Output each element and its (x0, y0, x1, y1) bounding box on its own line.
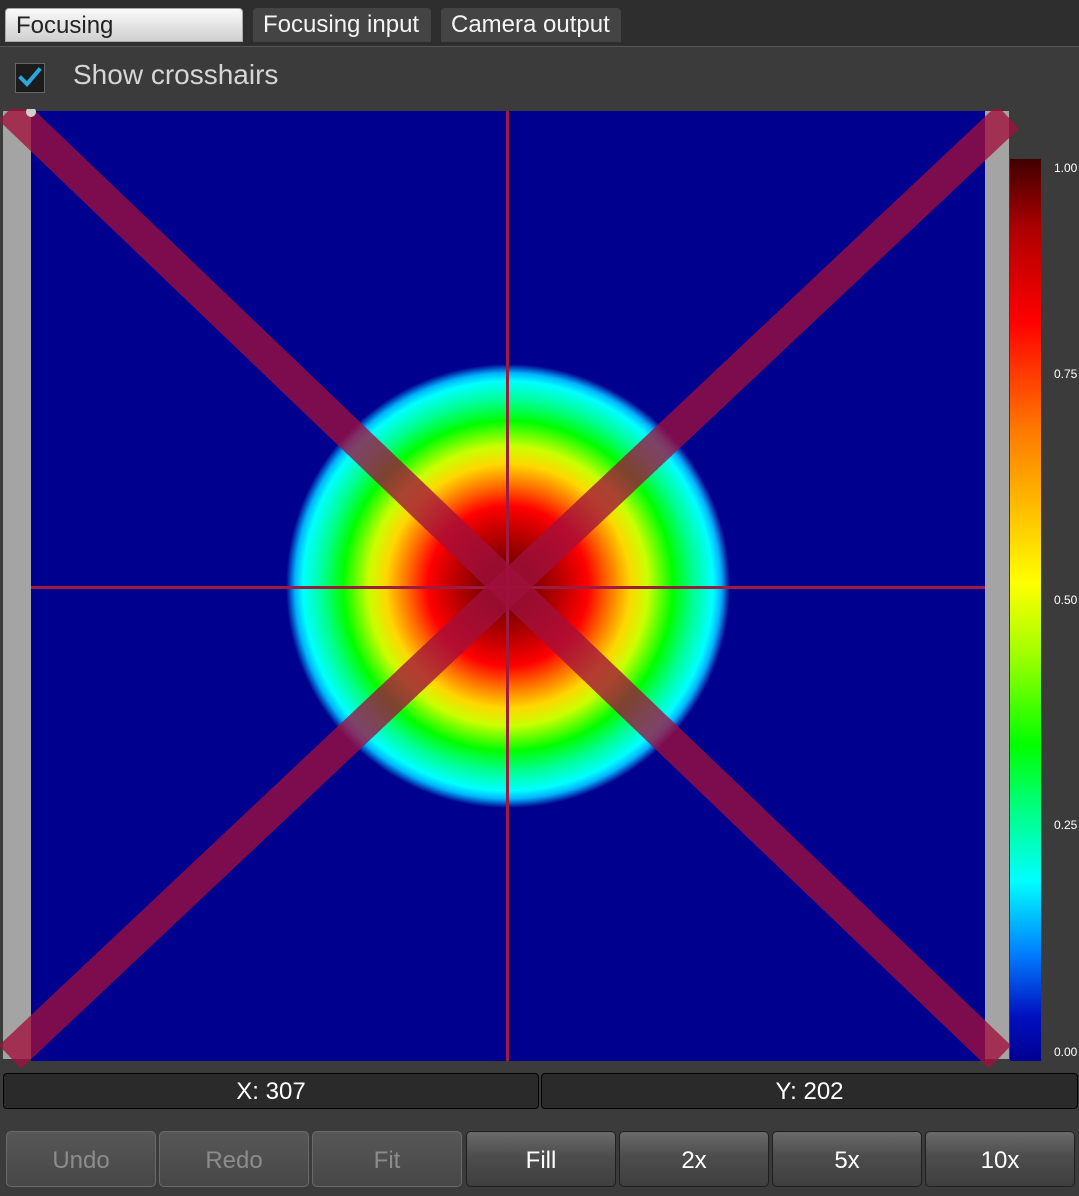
fill-button[interactable]: Fill (466, 1131, 616, 1187)
zoom-5x-button[interactable]: 5x (772, 1131, 922, 1187)
show-crosshairs-checkbox[interactable] (15, 63, 45, 93)
colorbar (1010, 159, 1041, 1061)
options-row: Show crosshairs (0, 47, 1079, 109)
colorbar-tick-025: 0.25 (1054, 818, 1078, 832)
zoom-10x-button[interactable]: 10x (925, 1131, 1075, 1187)
redo-button[interactable]: Redo (159, 1131, 309, 1187)
zoom-2x-button[interactable]: 2x (619, 1131, 769, 1187)
y-coordinate-readout: Y: 202 (541, 1073, 1078, 1109)
tab-focusing-input[interactable]: Focusing input (253, 8, 431, 42)
checkmark-icon (18, 67, 42, 87)
undo-button[interactable]: Undo (6, 1131, 156, 1187)
focusing-window: Focusing correlation Focusing input Came… (0, 0, 1079, 1196)
correlation-plot[interactable]: 1.00 0.75 0.50 0.25 0.00 (0, 109, 1079, 1069)
colorbar-tick-0: 0.00 (1054, 1045, 1078, 1059)
tab-focusing-correlation[interactable]: Focusing correlation (5, 8, 243, 73)
colorbar-tick-075: 0.75 (1054, 367, 1078, 381)
x-coordinate-readout: X: 307 (3, 1073, 539, 1109)
colorbar-tick-1: 1.00 (1054, 161, 1078, 175)
invalid-cross-overlay (0, 109, 1019, 1069)
colorbar-tick-050: 0.50 (1054, 593, 1078, 607)
tab-camera-output[interactable]: Camera output (441, 8, 621, 42)
fit-button[interactable]: Fit (312, 1131, 462, 1187)
tab-bar: Focusing correlation Focusing input Came… (0, 0, 1079, 73)
show-crosshairs-label[interactable]: Show crosshairs (73, 59, 278, 91)
